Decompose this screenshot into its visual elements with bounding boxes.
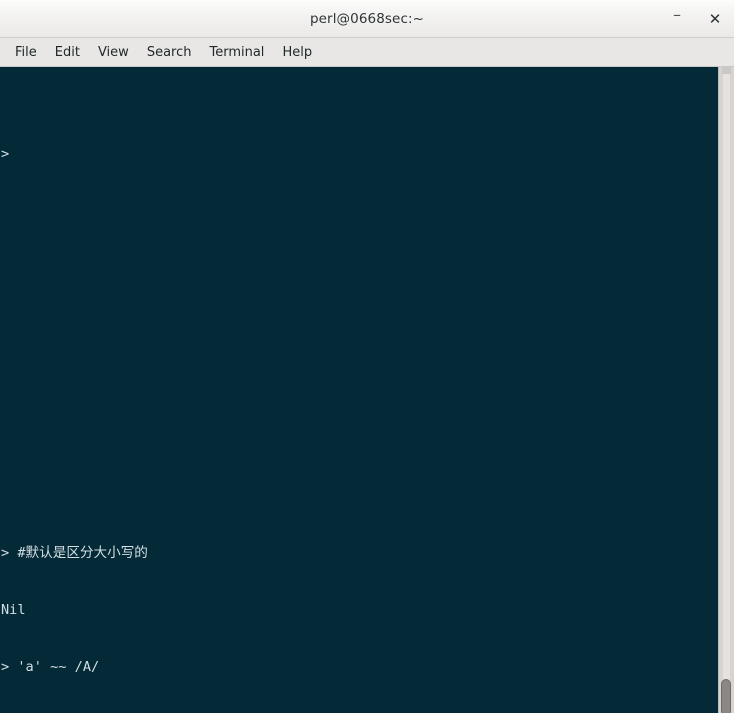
menu-item-view[interactable]: View [89, 42, 138, 63]
close-button[interactable]: ✕ [704, 8, 726, 30]
scrollbar-trough[interactable] [723, 69, 730, 711]
window-title: perl@0668sec:~ [309, 11, 425, 27]
terminal-output[interactable]: > > #默认是区分大小写的 Nil > 'a' ~~ /A/ Nil > 'a… [0, 67, 718, 713]
terminal-line: > 'a' ~~ /A/ [1, 659, 100, 675]
menu-item-search[interactable]: Search [138, 42, 201, 63]
menu-item-file[interactable]: File [6, 42, 46, 63]
menu-item-help[interactable]: Help [273, 42, 321, 63]
vertical-scrollbar[interactable] [718, 67, 734, 713]
terminal-line: > #默认是区分大小写的 [1, 545, 148, 561]
terminal-line: Nil [1, 602, 26, 618]
menu-item-terminal[interactable]: Terminal [200, 42, 273, 63]
terminal-area: > > #默认是区分大小写的 Nil > 'a' ~~ /A/ Nil > 'a… [0, 67, 734, 713]
window-titlebar: perl@0668sec:~ – ✕ [0, 0, 734, 38]
scrollbar-top-marker [722, 67, 731, 74]
terminal-line: > [1, 146, 18, 162]
minimize-button[interactable]: – [666, 4, 688, 35]
menubar: File Edit View Search Terminal Help [0, 38, 734, 67]
window-controls: – ✕ [666, 1, 726, 37]
terminal-window: perl@0668sec:~ – ✕ File Edit View Search… [0, 0, 734, 713]
scrollbar-thumb[interactable] [721, 679, 731, 713]
menu-item-edit[interactable]: Edit [46, 42, 89, 63]
